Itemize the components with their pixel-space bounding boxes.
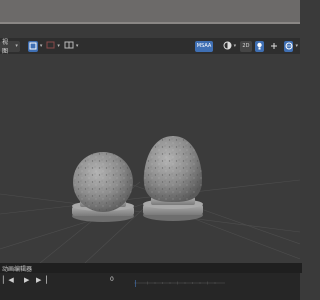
chevron-down-icon: ▾ [75,43,79,49]
timeline-title: 动画编辑器 [2,265,33,273]
layout-dropdown[interactable]: ▾ [62,41,81,52]
title-bar [0,0,300,24]
gizmo-icon[interactable] [269,41,279,52]
msaa-label: MSAA [196,43,212,49]
scene-viewport[interactable] [0,54,301,264]
timeline-ruler[interactable] [0,275,300,287]
timeline-panel: 动画编辑器 ▏◀ ▶ ▶▕ 0 [0,263,302,300]
scene-canvas [0,136,301,264]
sphere-object [72,152,134,222]
shading-icon [223,41,232,52]
view-menu-label: 视图 [2,39,9,55]
globe-icon[interactable] [283,40,294,52]
more-dropdown[interactable]: ▾ [293,41,300,52]
transform-tool-dropdown[interactable]: ▾ [44,41,62,52]
lighting-icon[interactable] [254,40,265,52]
chevron-down-icon: ▾ [295,43,298,49]
mode-2d-label: 2D [242,43,250,49]
egg-object [143,136,203,221]
transform-icon [46,41,55,51]
chevron-down-icon: ▾ [233,43,237,49]
chevron-down-icon: ▾ [57,43,60,49]
shading-dropdown[interactable]: ▾ [221,41,239,52]
viewport-toolbar: 视图 ▾ ▾ ▾ ▾ MSAA ▾ 2D ▾ [0,38,300,55]
mode-2d-button[interactable]: 2D [240,40,252,52]
msaa-button[interactable]: MSAA [195,40,213,52]
select-tool-icon [27,40,38,52]
timeline-header: 动画编辑器 [0,263,302,273]
chevron-down-icon: ▾ [15,43,18,49]
select-tool-dropdown[interactable]: ▾ [26,40,45,52]
chevron-down-icon: ▾ [39,43,43,49]
grid-icon [64,41,74,51]
view-menu-dropdown[interactable]: 视图 ▾ [0,39,20,55]
